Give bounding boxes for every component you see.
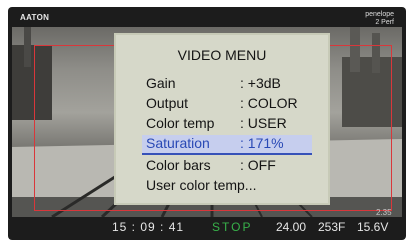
menu-item-value: : OFF [240,157,276,173]
battery-voltage: 15.6V [357,220,389,234]
menu-item-label: User color temp... [146,177,257,193]
menu-title: VIDEO MENU [177,47,267,63]
menu-item-value: : COLOR [240,95,298,111]
menu-item-label: Gain [146,75,176,91]
timecode: 15 : 09 : 41 [112,220,185,234]
recording-status: STOP [212,220,253,234]
aux-readout: 2.35 [376,208,392,217]
device-info: penelope 2 Perf [365,11,394,27]
camera-viewfinder: AATON penelope 2 Perf VIDEO MENU Gain : … [8,7,406,240]
menu-item-label: Color temp [146,115,215,131]
menu-item-label: Color bars [146,157,211,173]
menu-item-value: : 171% [240,135,284,151]
menu-item-label: Output [146,95,189,111]
brand-label: AATON [20,13,50,22]
video-menu: VIDEO MENU Gain : +3dB Output : COLOR Co… [114,33,330,205]
frame-rate: 24.00 [276,220,307,234]
device-name: penelope [365,11,394,18]
device-sub: 2 Perf [375,19,394,26]
menu-item-value: : USER [240,115,287,131]
menu-item-saturation[interactable]: Saturation : 171% [142,135,312,155]
menu-item-label: Saturation [146,135,210,151]
menu-item-value: : +3dB [240,75,281,91]
frame-counter: 253F [318,220,346,234]
